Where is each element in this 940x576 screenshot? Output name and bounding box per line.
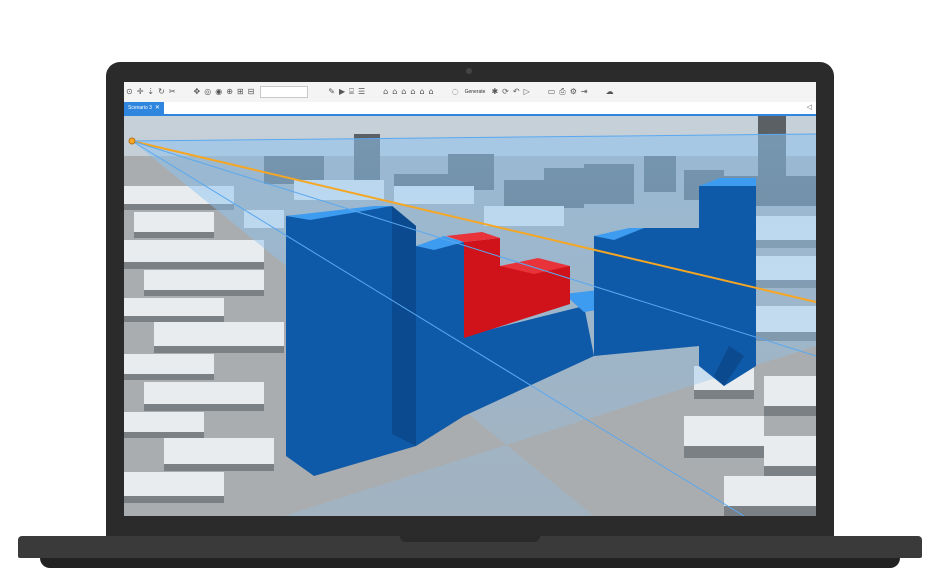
print-icon[interactable]: ⎙: [559, 87, 565, 97]
rotate-icon[interactable]: ↻: [158, 87, 165, 97]
frame-icon[interactable]: ⊞: [237, 87, 244, 97]
collapse-icon[interactable]: ◁: [807, 103, 812, 111]
tab-label: Scenario 3: [128, 105, 152, 111]
close-icon[interactable]: ✕: [155, 102, 160, 114]
laptop-underside: [40, 558, 900, 568]
panel-icon[interactable]: ▭: [548, 87, 556, 97]
focus-icon[interactable]: ◉: [215, 87, 222, 97]
viewpoint-handle[interactable]: [128, 137, 136, 145]
play-icon[interactable]: ▶: [339, 87, 345, 97]
laptop-notch: [400, 536, 540, 542]
zoom-icon[interactable]: ⊕: [226, 87, 233, 97]
building-icon[interactable]: ⌂: [410, 87, 415, 97]
list-icon[interactable]: ☰: [358, 87, 365, 97]
building-icon[interactable]: ⌂: [429, 87, 434, 97]
camera-icon: [466, 68, 472, 74]
sketch-icon[interactable]: ✎: [328, 87, 335, 97]
generate-spinner-icon[interactable]: ◌: [452, 87, 459, 97]
refresh-icon[interactable]: ⟳: [502, 87, 509, 97]
grid-icon[interactable]: ⌸: [349, 87, 354, 97]
search-input[interactable]: [260, 86, 309, 98]
building-icon[interactable]: ⌂: [392, 87, 397, 97]
star-icon[interactable]: ✱: [491, 87, 498, 97]
building-icon[interactable]: ⌂: [383, 87, 388, 97]
tab-bar: Scenario 3 ✕: [124, 102, 816, 116]
orbit-icon[interactable]: ◎: [204, 87, 211, 97]
layout-icon[interactable]: ⊟: [248, 87, 255, 97]
pan-icon[interactable]: ✥: [194, 87, 201, 97]
3d-viewport[interactable]: [124, 116, 816, 516]
export-icon[interactable]: ⇥: [581, 87, 588, 97]
select-tool-icon[interactable]: ⊙: [126, 87, 133, 97]
cloud-icon[interactable]: ☁: [606, 87, 614, 97]
undo-icon[interactable]: ↶: [513, 87, 520, 97]
gear-icon[interactable]: ⚙: [570, 87, 577, 97]
cut-icon[interactable]: ✂: [169, 87, 176, 97]
main-toolbar: ⊙ ✛ ⇣ ↻ ✂ ✥ ◎ ◉ ⊕ ⊞ ⊟ ✎ ▶ ⌸ ☰ ⌂ ⌂ ⌂ ⌂ ⌂ …: [124, 82, 816, 103]
generate-button[interactable]: Generate: [465, 89, 486, 95]
building-icon[interactable]: ⌂: [401, 87, 406, 97]
move-tool-icon[interactable]: ✛: [137, 87, 144, 97]
next-icon[interactable]: ▷: [524, 87, 530, 97]
tab-scenario[interactable]: Scenario 3 ✕: [124, 102, 164, 114]
app-screen: ⊙ ✛ ⇣ ↻ ✂ ✥ ◎ ◉ ⊕ ⊞ ⊟ ✎ ▶ ⌸ ☰ ⌂ ⌂ ⌂ ⌂ ⌂ …: [124, 82, 816, 516]
building-icon[interactable]: ⌂: [419, 87, 424, 97]
download-icon[interactable]: ⇣: [147, 87, 154, 97]
